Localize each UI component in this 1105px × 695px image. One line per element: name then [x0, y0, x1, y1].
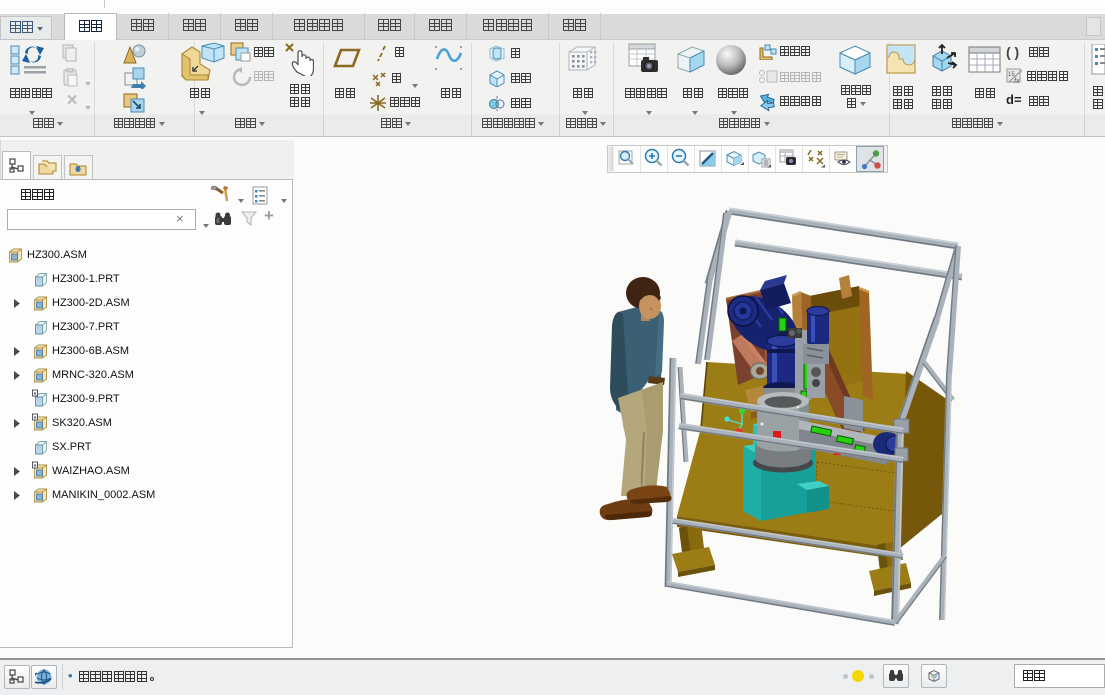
svg-text:fx: fx: [1014, 78, 1020, 85]
